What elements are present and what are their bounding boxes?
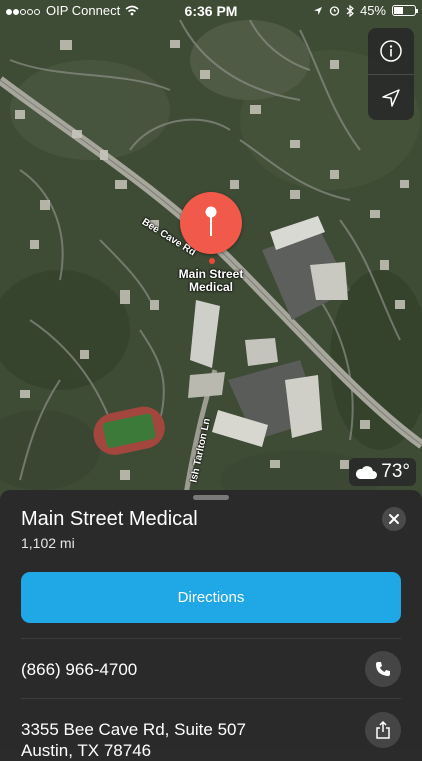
phone-icon	[376, 662, 390, 676]
close-button[interactable]	[382, 507, 406, 531]
weather-badge: 73°	[349, 458, 416, 486]
bluetooth-icon	[346, 4, 354, 17]
pin-anchor-dot	[209, 258, 215, 264]
alarm-icon	[329, 6, 340, 16]
phone-number[interactable]: (866) 966-4700	[21, 660, 137, 680]
current-location-button[interactable]	[368, 74, 414, 121]
info-button[interactable]	[368, 28, 414, 74]
call-button[interactable]	[365, 651, 401, 687]
share-button[interactable]	[365, 712, 401, 748]
location-arrow-icon	[382, 89, 400, 107]
pin-label-line2: Medical	[188, 280, 233, 294]
address-line2[interactable]: Austin, TX 78746	[21, 741, 151, 761]
temperature: 73°	[381, 461, 410, 482]
map-controls	[368, 28, 414, 120]
battery-icon	[392, 5, 418, 16]
directions-button[interactable]: Directions	[21, 572, 401, 623]
divider	[21, 698, 401, 699]
pin-label[interactable]: Main Street Medical	[140, 268, 282, 294]
place-distance: 1,102 mi	[21, 535, 75, 551]
close-icon	[389, 514, 399, 524]
battery-percent: 45%	[359, 3, 386, 18]
location-pin[interactable]	[180, 192, 242, 254]
pin-icon	[205, 206, 217, 236]
location-services-icon	[313, 6, 322, 15]
info-icon	[380, 40, 402, 62]
place-card: Main Street Medical 1,102 mi Directions …	[0, 490, 422, 760]
cloud-icon	[356, 466, 378, 479]
divider	[21, 638, 401, 639]
satellite-map[interactable]: Bee Cave Rd Ish Tarlton Ln Main Street M…	[0, 0, 422, 500]
share-icon	[376, 721, 390, 739]
card-grabber[interactable]	[193, 495, 229, 500]
address-line1[interactable]: 3355 Bee Cave Rd, Suite 507	[21, 720, 246, 740]
place-title: Main Street Medical	[21, 508, 198, 530]
status-bar: OIP Connect 6:36 PM 45%	[0, 0, 422, 22]
